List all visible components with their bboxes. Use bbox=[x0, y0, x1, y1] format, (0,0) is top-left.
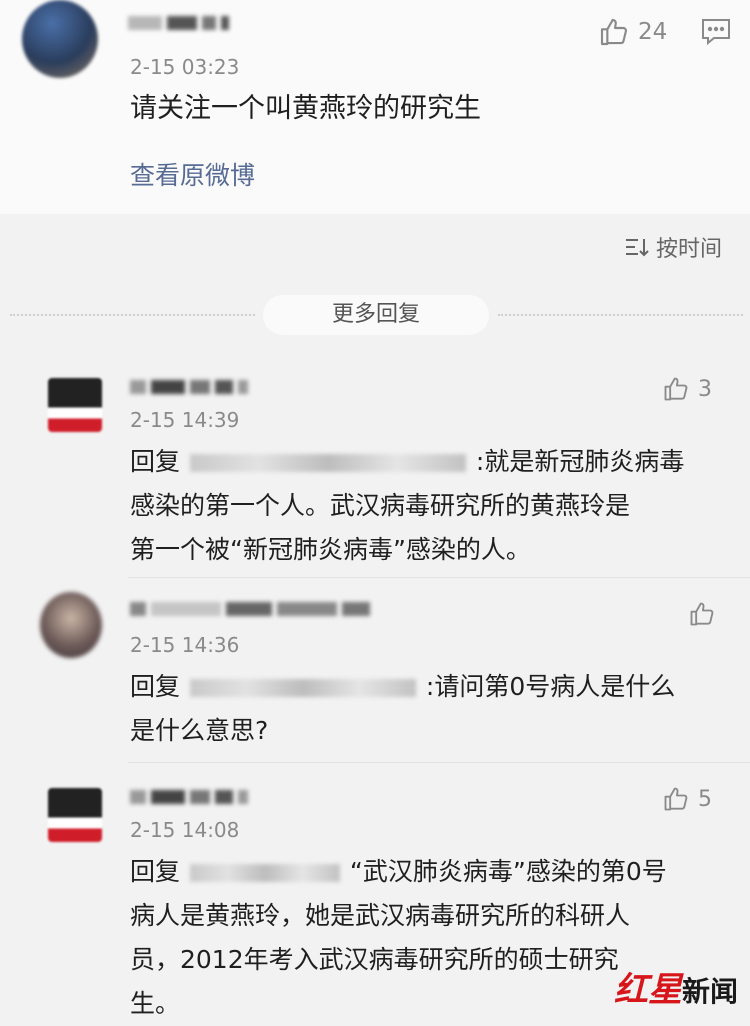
reply-line: 感染的第一个人。武汉病毒研究所的黄燕玲是 bbox=[130, 491, 631, 520]
reply-time: 2-15 14:39 bbox=[130, 408, 240, 432]
sort-label: 按时间 bbox=[655, 237, 722, 262]
reply-line: 病人是黄燕玲，她是武汉病毒研究所的科研人 bbox=[130, 901, 631, 930]
thumbs-up-icon bbox=[598, 16, 630, 48]
like-count: 5 bbox=[698, 786, 712, 812]
thumbs-up-icon bbox=[662, 375, 690, 403]
original-post: 2-15 03:23 24 请关注一个叫黄燕玲的研究生 查看原微博 bbox=[0, 0, 750, 214]
avatar[interactable] bbox=[48, 378, 102, 432]
reply-text: 回复 :就是新冠肺炎病毒 感染的第一个人。武汉病毒研究所的黄燕玲是 第一个被“新… bbox=[130, 440, 740, 572]
sort-button[interactable]: 按时间 bbox=[624, 231, 722, 263]
reply-time: 2-15 14:08 bbox=[130, 818, 240, 842]
like-count: 3 bbox=[698, 376, 712, 402]
divider-right bbox=[498, 314, 743, 316]
watermark-dark-text: 新闻 bbox=[681, 975, 738, 1008]
avatar[interactable] bbox=[40, 592, 102, 658]
reply-prefix: 回复 bbox=[130, 857, 181, 886]
reply-line: 第一个被“新冠肺炎病毒”感染的人。 bbox=[130, 535, 531, 564]
mention-blurred[interactable] bbox=[189, 454, 466, 472]
post-time: 2-15 03:23 bbox=[130, 55, 240, 79]
more-replies-button[interactable]: 更多回复 bbox=[263, 295, 489, 335]
reply-time: 2-15 14:36 bbox=[130, 633, 240, 657]
like-button[interactable] bbox=[688, 600, 716, 628]
view-original-link[interactable]: 查看原微博 bbox=[130, 156, 255, 192]
divider-left bbox=[10, 314, 255, 316]
mention-blurred[interactable] bbox=[189, 679, 416, 697]
divider bbox=[128, 577, 750, 578]
reply-prefix: 回复 bbox=[130, 447, 181, 476]
thumbs-up-icon bbox=[688, 600, 716, 628]
reply-prefix: 回复 bbox=[130, 672, 181, 701]
like-count: 24 bbox=[638, 19, 668, 45]
reply-text: 回复 :请问第0号病人是什么 是什么意思? bbox=[130, 665, 740, 753]
divider bbox=[128, 762, 750, 763]
comment-icon[interactable] bbox=[701, 18, 731, 46]
reply-line: 是什么意思? bbox=[130, 716, 269, 745]
red-star-news-watermark: 红星 新闻 bbox=[614, 962, 738, 1011]
avatar[interactable] bbox=[22, 0, 98, 78]
watermark-red-text: 红星 bbox=[613, 970, 682, 1010]
reply-line: :请问第0号病人是什么 bbox=[425, 672, 676, 701]
like-button[interactable]: 24 bbox=[598, 16, 667, 48]
username-blurred[interactable] bbox=[130, 598, 375, 620]
more-replies-bar: 更多回复 bbox=[0, 295, 750, 335]
mention-blurred[interactable] bbox=[189, 864, 340, 882]
post-text: 请关注一个叫黄燕玲的研究生 bbox=[130, 93, 481, 124]
avatar[interactable] bbox=[48, 788, 102, 842]
thumbs-up-icon bbox=[662, 785, 690, 813]
username-blurred[interactable] bbox=[130, 376, 253, 398]
like-button[interactable]: 5 bbox=[662, 785, 712, 813]
reply-line: “武汉肺炎病毒”感染的第0号 bbox=[349, 857, 667, 886]
username-blurred[interactable] bbox=[128, 12, 234, 34]
reply-line: :就是新冠肺炎病毒 bbox=[475, 447, 685, 476]
like-button[interactable]: 3 bbox=[662, 375, 712, 403]
sort-icon bbox=[624, 236, 650, 258]
username-blurred[interactable] bbox=[130, 786, 253, 808]
